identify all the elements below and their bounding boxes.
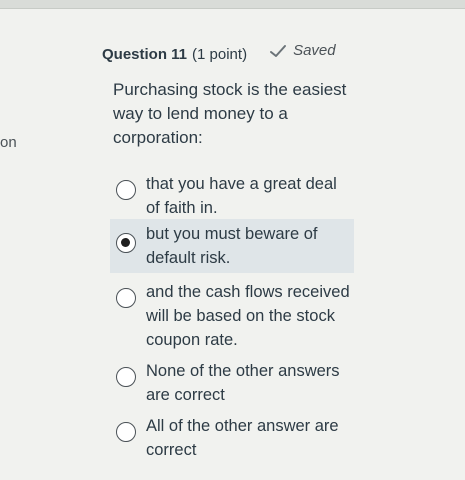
answer-option-label: None of the other answers are correct [146, 362, 340, 404]
question-header: Question 11 (1 point) Saved [102, 42, 336, 63]
answer-option-label: that you have a great deal of faith in. [146, 175, 337, 217]
sidebar-edge-label: on [0, 134, 17, 151]
answer-option-label: but you must beware of default risk. [146, 225, 318, 267]
radio-icon[interactable] [116, 233, 136, 253]
radio-icon[interactable] [116, 422, 136, 442]
answer-option-1[interactable]: that you have a great deal of faith in. [110, 170, 354, 222]
top-border [0, 0, 465, 9]
saved-label: Saved [293, 42, 336, 59]
answer-option-4[interactable]: None of the other answers are correct [110, 357, 354, 409]
answer-option-5[interactable]: All of the other answer are correct [110, 412, 354, 464]
radio-icon[interactable] [116, 180, 136, 200]
radio-icon[interactable] [116, 367, 136, 387]
radio-icon[interactable] [116, 288, 136, 308]
question-text: Purchasing stock is the easiest way to l… [113, 80, 347, 147]
answer-option-label: and the cash flows received will be base… [146, 283, 350, 349]
answer-option-2[interactable]: but you must beware of default risk. [110, 219, 354, 273]
checkmark-icon [270, 44, 287, 57]
question-points: (1 point) [192, 45, 248, 63]
answer-option-3[interactable]: and the cash flows received will be base… [110, 278, 354, 354]
answer-option-label: All of the other answer are correct [146, 417, 339, 459]
question-number: Question 11 [102, 45, 188, 63]
saved-status: Saved [269, 42, 336, 59]
